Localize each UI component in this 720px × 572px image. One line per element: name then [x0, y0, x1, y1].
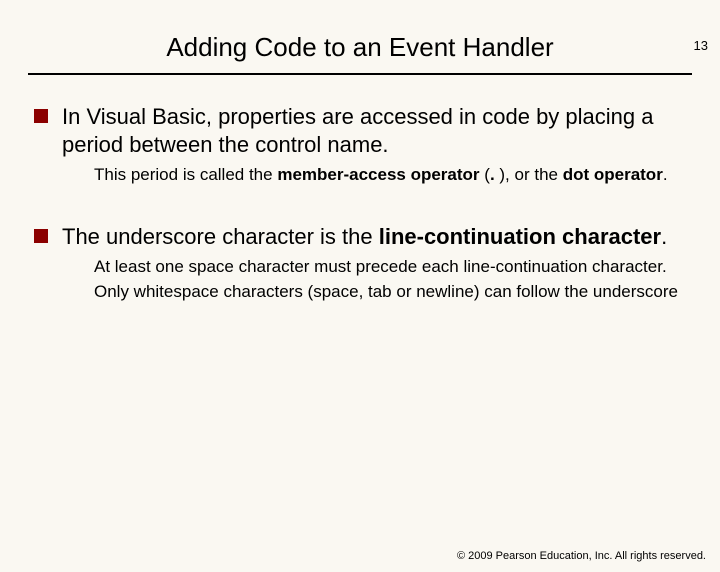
bullet-text: The underscore character is the line-con…	[62, 223, 667, 251]
term-line-continuation: line-continuation character	[379, 224, 661, 249]
bullet-text-pre: The underscore character is the	[62, 224, 379, 249]
sub-bullet: Only whitespace characters (space, tab o…	[94, 281, 686, 304]
slide-title: Adding Code to an Event Handler	[0, 32, 720, 63]
sub-bullet: At least one space character must preced…	[94, 256, 686, 279]
sub-bullet: This period is called the member-access …	[94, 164, 686, 187]
sub-text: .	[663, 165, 668, 184]
bullet-text-post: .	[661, 224, 667, 249]
term-dot-operator: dot operator	[563, 165, 663, 184]
copyright-footer: © 2009 Pearson Education, Inc. All right…	[457, 550, 706, 562]
bullet-item: In Visual Basic, properties are accessed…	[34, 103, 686, 158]
bullet-marker-icon	[34, 109, 48, 123]
content-area: In Visual Basic, properties are accessed…	[0, 103, 720, 304]
title-underline	[28, 73, 692, 75]
bullet-text: In Visual Basic, properties are accessed…	[62, 103, 686, 158]
sub-text: ), or the	[495, 165, 563, 184]
sub-text: (	[480, 165, 490, 184]
sub-text: This period is called the	[94, 165, 277, 184]
term-member-access: member-access operator	[277, 165, 479, 184]
bullet-marker-icon	[34, 229, 48, 243]
bullet-item: The underscore character is the line-con…	[34, 223, 686, 251]
page-number: 13	[694, 38, 708, 53]
